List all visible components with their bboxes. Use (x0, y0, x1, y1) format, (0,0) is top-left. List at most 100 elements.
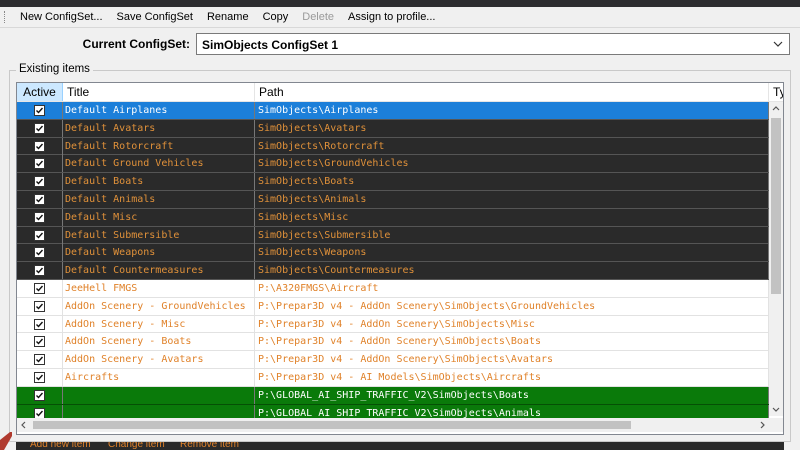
table-row[interactable]: AddOn Scenery - Avatars P:\Prepar3D v4 - … (17, 351, 769, 369)
change-item-link[interactable]: Change item (108, 442, 165, 450)
active-checkbox[interactable] (34, 105, 45, 116)
current-configset-label: Current ConfigSet: (82, 37, 190, 51)
scrollbar-corner (769, 418, 783, 432)
table-row[interactable]: P:\GLOBAL_AI_SHIP_TRAFFIC_V2\SimObjects\… (17, 386, 769, 405)
title-cell: Default Weapons (63, 244, 255, 262)
active-cell (17, 333, 63, 351)
existing-items-title: Existing items (16, 63, 93, 75)
title-cell: AddOn Scenery - Misc (63, 315, 255, 333)
column-header-title[interactable]: Title (63, 83, 255, 101)
active-checkbox[interactable] (34, 318, 45, 330)
vertical-scroll-thumb[interactable] (771, 118, 781, 294)
table-row[interactable]: Default Rotorcraft SimObjects\Rotorcraft (17, 137, 769, 156)
table-row[interactable]: AddOn Scenery - Boats P:\Prepar3D v4 - Ad… (17, 333, 769, 352)
active-checkbox[interactable] (34, 247, 45, 259)
configset-dropdown[interactable]: SimObjects ConfigSet 1 (196, 33, 790, 55)
active-checkbox[interactable] (34, 282, 45, 294)
rename-button[interactable]: Rename (200, 7, 256, 27)
table-row[interactable]: Default Airplanes SimObjects\Airplanes (17, 102, 769, 120)
toolbar-grip[interactable] (4, 11, 9, 23)
table-row[interactable]: Default Misc SimObjects\Misc (17, 208, 769, 227)
title-cell: Default Animals (63, 190, 255, 208)
save-configset-button[interactable]: Save ConfigSet (110, 7, 200, 27)
delete-button[interactable]: Delete (295, 7, 341, 27)
configset-selected-value: SimObjects ConfigSet 1 (202, 38, 339, 52)
assign-to-profile-button[interactable]: Assign to profile... (341, 7, 442, 27)
path-cell: SimObjects\Weapons (255, 244, 769, 262)
title-cell: Aircrafts (63, 368, 255, 386)
copy-button[interactable]: Copy (256, 7, 296, 27)
active-cell (17, 368, 63, 386)
title-cell: Default Ground Vehicles (63, 155, 255, 173)
vertical-scrollbar[interactable] (769, 102, 783, 416)
active-cell (17, 297, 63, 315)
table-row[interactable]: Default Avatars SimObjects\Avatars (17, 119, 769, 138)
active-cell (17, 386, 63, 404)
title-cell: Default Misc (63, 208, 255, 226)
active-checkbox[interactable] (34, 300, 45, 312)
active-checkbox[interactable] (34, 371, 45, 383)
title-cell: Default Boats (63, 173, 255, 191)
title-cell: AddOn Scenery - Boats (63, 333, 255, 351)
configset-row: Current ConfigSet: SimObjects ConfigSet … (0, 27, 800, 61)
scroll-up-icon[interactable] (769, 102, 783, 116)
scroll-right-icon[interactable] (755, 418, 769, 432)
path-cell: SimObjects\GroundVehicles (255, 155, 769, 173)
table-row[interactable]: Aircrafts P:\Prepar3D v4 - AI Models\SimO… (17, 368, 769, 387)
column-header-active[interactable]: Active (17, 83, 63, 101)
path-cell: SimObjects\Airplanes (255, 102, 769, 119)
path-cell: SimObjects\Submersible (255, 226, 769, 244)
active-checkbox[interactable] (34, 407, 45, 419)
toolbar: New ConfigSet... Save ConfigSet Rename C… (0, 7, 800, 27)
path-cell: SimObjects\Misc (255, 208, 769, 226)
active-cell (17, 315, 63, 333)
table-row[interactable]: JeeHell FMGS P:\A320FMGS\Aircraft (17, 279, 769, 298)
active-cell (17, 155, 63, 173)
table-row[interactable]: AddOn Scenery - GroundVehicles P:\Prepar3… (17, 297, 769, 316)
active-checkbox[interactable] (34, 193, 45, 205)
active-checkbox[interactable] (34, 265, 45, 277)
table-header: Active Title Path Ty (17, 83, 783, 102)
table-row[interactable]: Default Countermeasures SimObjects\Counte… (17, 262, 769, 280)
table-row[interactable]: Default Ground Vehicles SimObjects\Ground… (17, 155, 769, 174)
new-configset-button[interactable]: New ConfigSet... (13, 7, 110, 27)
title-cell: Default Submersible (63, 226, 255, 244)
column-header-path[interactable]: Path (255, 83, 769, 101)
path-cell: P:\Prepar3D v4 - AddOn Scenery\SimObject… (255, 315, 769, 333)
add-new-item-link[interactable]: Add new item (30, 442, 91, 450)
horizontal-scrollbar[interactable] (17, 418, 769, 432)
active-checkbox[interactable] (34, 336, 45, 348)
path-cell: SimObjects\Animals (255, 190, 769, 208)
table-row[interactable]: Default Animals SimObjects\Animals (17, 190, 769, 209)
active-cell (17, 119, 63, 137)
active-checkbox[interactable] (34, 176, 45, 188)
active-checkbox[interactable] (34, 158, 45, 170)
active-cell (17, 244, 63, 262)
active-cell (17, 279, 63, 297)
active-checkbox[interactable] (34, 140, 45, 152)
active-checkbox[interactable] (34, 229, 45, 241)
decorative-corner-icon (0, 432, 12, 450)
active-checkbox[interactable] (34, 354, 45, 366)
table-row[interactable]: AddOn Scenery - Misc P:\Prepar3D v4 - Add… (17, 315, 769, 334)
active-checkbox[interactable] (34, 122, 45, 134)
path-cell: SimObjects\Avatars (255, 119, 769, 137)
title-cell: JeeHell FMGS (63, 279, 255, 297)
horizontal-scroll-thumb[interactable] (33, 421, 631, 429)
chevron-down-icon[interactable] (769, 35, 787, 53)
table-row[interactable]: Default Weapons SimObjects\Weapons (17, 244, 769, 263)
active-checkbox[interactable] (34, 389, 45, 401)
table-row[interactable]: Default Submersible SimObjects\Submersibl… (17, 226, 769, 245)
column-header-type[interactable]: Ty (769, 83, 783, 101)
active-cell (17, 351, 63, 369)
active-cell (17, 102, 63, 119)
scroll-down-icon[interactable] (769, 402, 783, 416)
table-row[interactable]: Default Boats SimObjects\Boats (17, 173, 769, 191)
scroll-left-icon[interactable] (17, 418, 31, 432)
active-cell (17, 226, 63, 244)
title-cell: Default Avatars (63, 119, 255, 137)
remove-item-link[interactable]: Remove item (180, 442, 239, 450)
table-body: Default Airplanes SimObjects\Airplanes Def… (17, 102, 769, 423)
active-checkbox[interactable] (34, 211, 45, 223)
path-cell: P:\Prepar3D v4 - AddOn Scenery\SimObject… (255, 351, 769, 369)
